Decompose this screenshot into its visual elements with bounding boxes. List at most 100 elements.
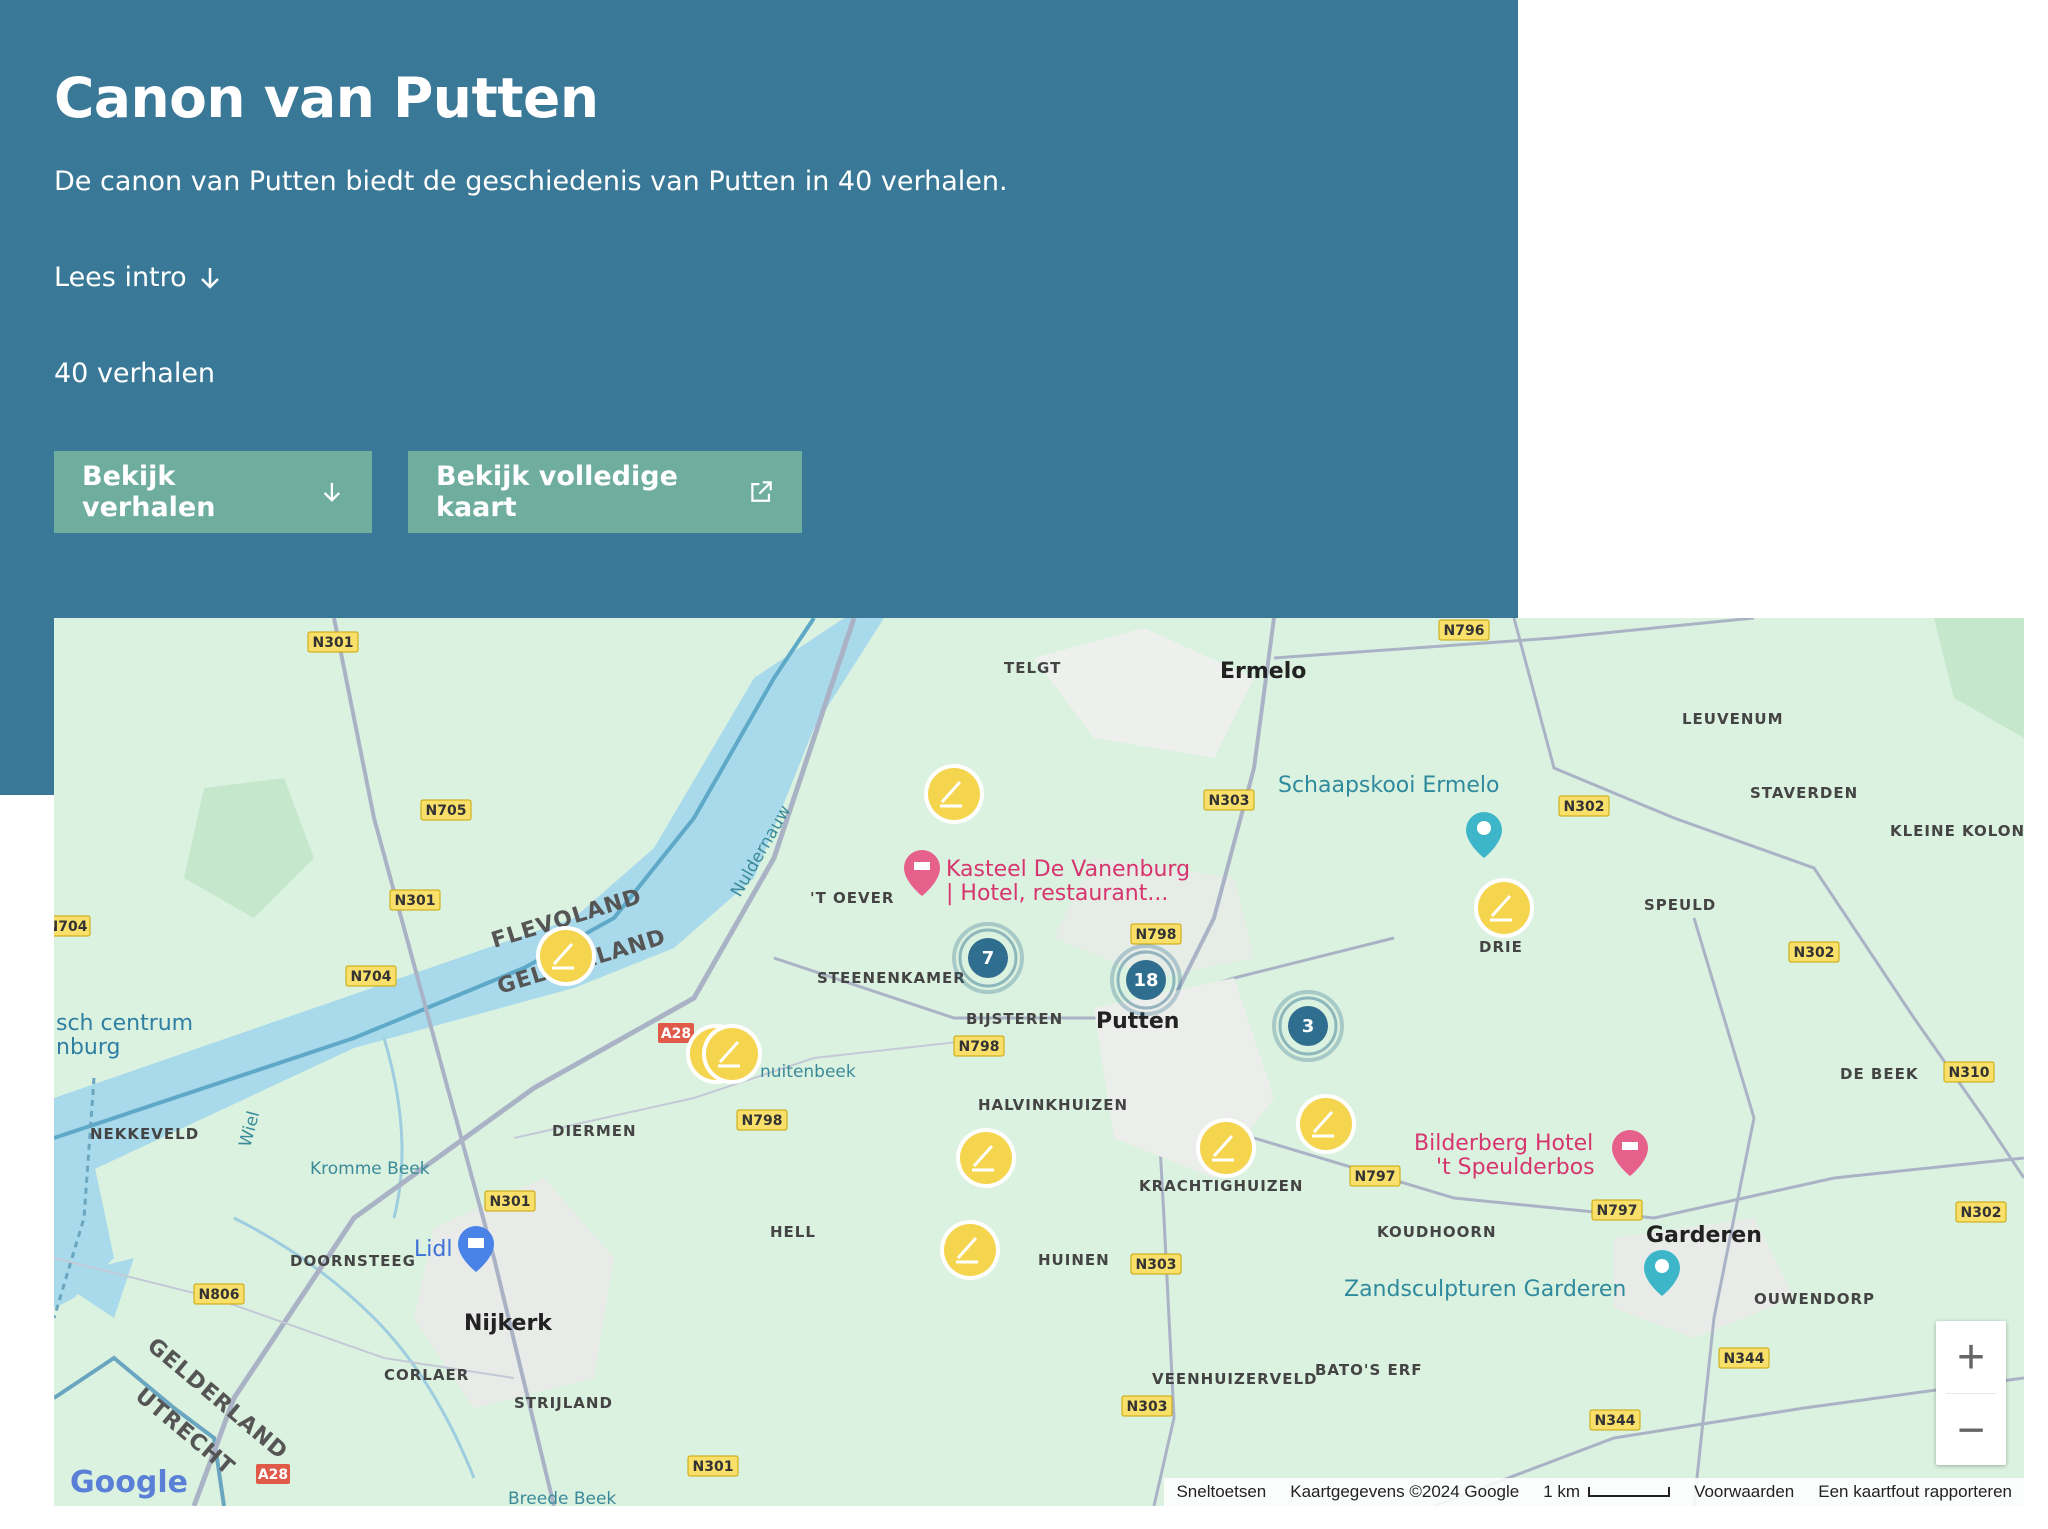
shopping-cart-icon (468, 1238, 484, 1248)
road-label: N704 (54, 919, 88, 935)
road-label: N704 (351, 969, 392, 985)
place-label: DIERMEN (552, 1122, 637, 1140)
map-view[interactable]: N301 N705 N301 N704 N704 A28 N798 N301 N… (54, 618, 2024, 1506)
story-marker[interactable] (1196, 1118, 1256, 1178)
place-label: STEENENKAMER (817, 969, 966, 987)
place-label: DOORNSTEEG (290, 1252, 416, 1270)
poi-label: nburg (56, 1035, 120, 1060)
road-label: A28 (258, 1467, 288, 1483)
view-stories-button[interactable]: Bekijk verhalen (54, 451, 372, 533)
poi-label: 't Speulderbos (1436, 1155, 1595, 1180)
road-label: N798 (959, 1039, 1000, 1055)
story-count: 40 verhalen (54, 358, 216, 389)
road-label: N705 (426, 803, 467, 819)
poi-label: Kasteel De Vanenburg (946, 857, 1190, 882)
poi-label: Schaapskooi Ermelo (1278, 773, 1499, 798)
read-intro-label: Lees intro (54, 262, 187, 293)
report-error-link[interactable]: Een kaartfout rapporteren (1818, 1482, 2012, 1502)
road-label: N303 (1136, 1257, 1177, 1273)
place-label: TELGT (1004, 659, 1061, 677)
road-label: A28 (661, 1026, 691, 1042)
place-label: HALVINKHUIZEN (978, 1096, 1128, 1114)
story-marker[interactable] (924, 764, 984, 824)
place-label: Garderen (1646, 1223, 1762, 1248)
place-label: KLEINE KOLON (1890, 822, 2024, 840)
hotel-icon (914, 862, 930, 870)
place-label: VEENHUIZERVELD (1152, 1370, 1318, 1388)
zoom-out-button[interactable]: − (1936, 1394, 2006, 1466)
arrow-down-icon (323, 482, 341, 502)
zoom-controls: + − (1936, 1321, 2006, 1465)
road-label: N303 (1127, 1399, 1168, 1415)
story-marker[interactable] (702, 1024, 762, 1084)
water-label: nuitenbeek (760, 1062, 856, 1082)
place-label: STAVERDEN (1750, 784, 1858, 802)
view-stories-label: Bekijk verhalen (82, 461, 216, 523)
road-label: N798 (742, 1113, 783, 1129)
place-label: OUWENDORP (1754, 1290, 1875, 1308)
place-label: CORLAER (384, 1366, 469, 1384)
road-label: N806 (199, 1287, 240, 1303)
zoom-in-button[interactable]: + (1936, 1321, 2006, 1393)
place-label: Nijkerk (464, 1311, 553, 1336)
keyboard-shortcuts-link[interactable]: Sneltoetsen (1176, 1482, 1266, 1502)
road-label: N344 (1595, 1413, 1636, 1429)
road-label: N310 (1949, 1065, 1990, 1081)
poi-label: | Hotel, restaurant... (946, 881, 1168, 906)
poi-label: Lidl (414, 1237, 452, 1262)
scale-indicator[interactable]: 1 km (1543, 1482, 1671, 1502)
place-label: SPEULD (1644, 896, 1716, 914)
road-label: N302 (1961, 1205, 2002, 1221)
place-label: HUINEN (1038, 1251, 1110, 1269)
camera-icon (1655, 1259, 1669, 1273)
page-title: Canon van Putten (54, 66, 599, 130)
external-link-icon (751, 481, 772, 502)
map-footer: Sneltoetsen Kaartgegevens ©2024 Google 1… (1164, 1478, 2024, 1506)
cluster-count: 3 (1302, 1016, 1315, 1037)
road-label: N796 (1444, 623, 1485, 639)
map-canvas[interactable]: N301 N705 N301 N704 N704 A28 N798 N301 N… (54, 618, 2024, 1506)
camera-icon (1477, 821, 1491, 835)
place-label: DE BEEK (1840, 1065, 1919, 1083)
google-logo: Google (70, 1465, 188, 1500)
view-full-map-button[interactable]: Bekijk volledige kaart (408, 451, 802, 533)
story-marker[interactable] (940, 1220, 1000, 1280)
poi-label: sch centrum (56, 1011, 193, 1036)
place-label: NEKKEVELD (90, 1125, 199, 1143)
terms-link[interactable]: Voorwaarden (1694, 1482, 1794, 1502)
place-label: Ermelo (1220, 659, 1306, 684)
road-label: N797 (1597, 1203, 1638, 1219)
view-full-map-label: Bekijk volledige kaart (436, 461, 678, 523)
place-label: STRIJLAND (514, 1394, 613, 1412)
road-label: N798 (1136, 927, 1177, 943)
poi-label: Bilderberg Hotel (1414, 1131, 1593, 1156)
cluster-count: 7 (982, 948, 995, 969)
place-label: DRIE (1479, 938, 1523, 956)
place-label: KRACHTIGHUIZEN (1139, 1177, 1303, 1195)
story-marker[interactable] (956, 1128, 1016, 1188)
place-label: KOUDHOORN (1377, 1223, 1497, 1241)
road-label: N303 (1209, 793, 1250, 809)
scale-label: 1 km (1543, 1482, 1581, 1501)
cluster-count: 18 (1133, 970, 1158, 991)
road-label: N301 (395, 893, 436, 909)
poi-label: Zandsculpturen Garderen (1344, 1277, 1626, 1302)
poi-vanenburg[interactable]: Kasteel De Vanenburg | Hotel, restaurant… (904, 850, 1190, 906)
place-label: BIJSTEREN (966, 1010, 1063, 1028)
water-label: Breede Beek (508, 1489, 616, 1506)
story-marker[interactable] (536, 926, 596, 986)
scale-bar (1588, 1487, 1671, 1497)
place-label: LEUVENUM (1682, 710, 1784, 728)
story-marker[interactable] (1296, 1094, 1356, 1154)
road-label: N302 (1564, 799, 1605, 815)
hotel-icon (1622, 1142, 1638, 1150)
story-marker[interactable] (1474, 878, 1534, 938)
arrow-down-icon (200, 267, 219, 289)
road-label: N301 (490, 1194, 531, 1210)
place-label: BATO'S ERF (1315, 1361, 1423, 1379)
road-label: N344 (1724, 1351, 1765, 1367)
road-label: N302 (1794, 945, 1835, 961)
road-label: N301 (693, 1459, 734, 1475)
road-label: N301 (313, 635, 354, 651)
read-intro-link[interactable]: Lees intro (54, 262, 223, 293)
